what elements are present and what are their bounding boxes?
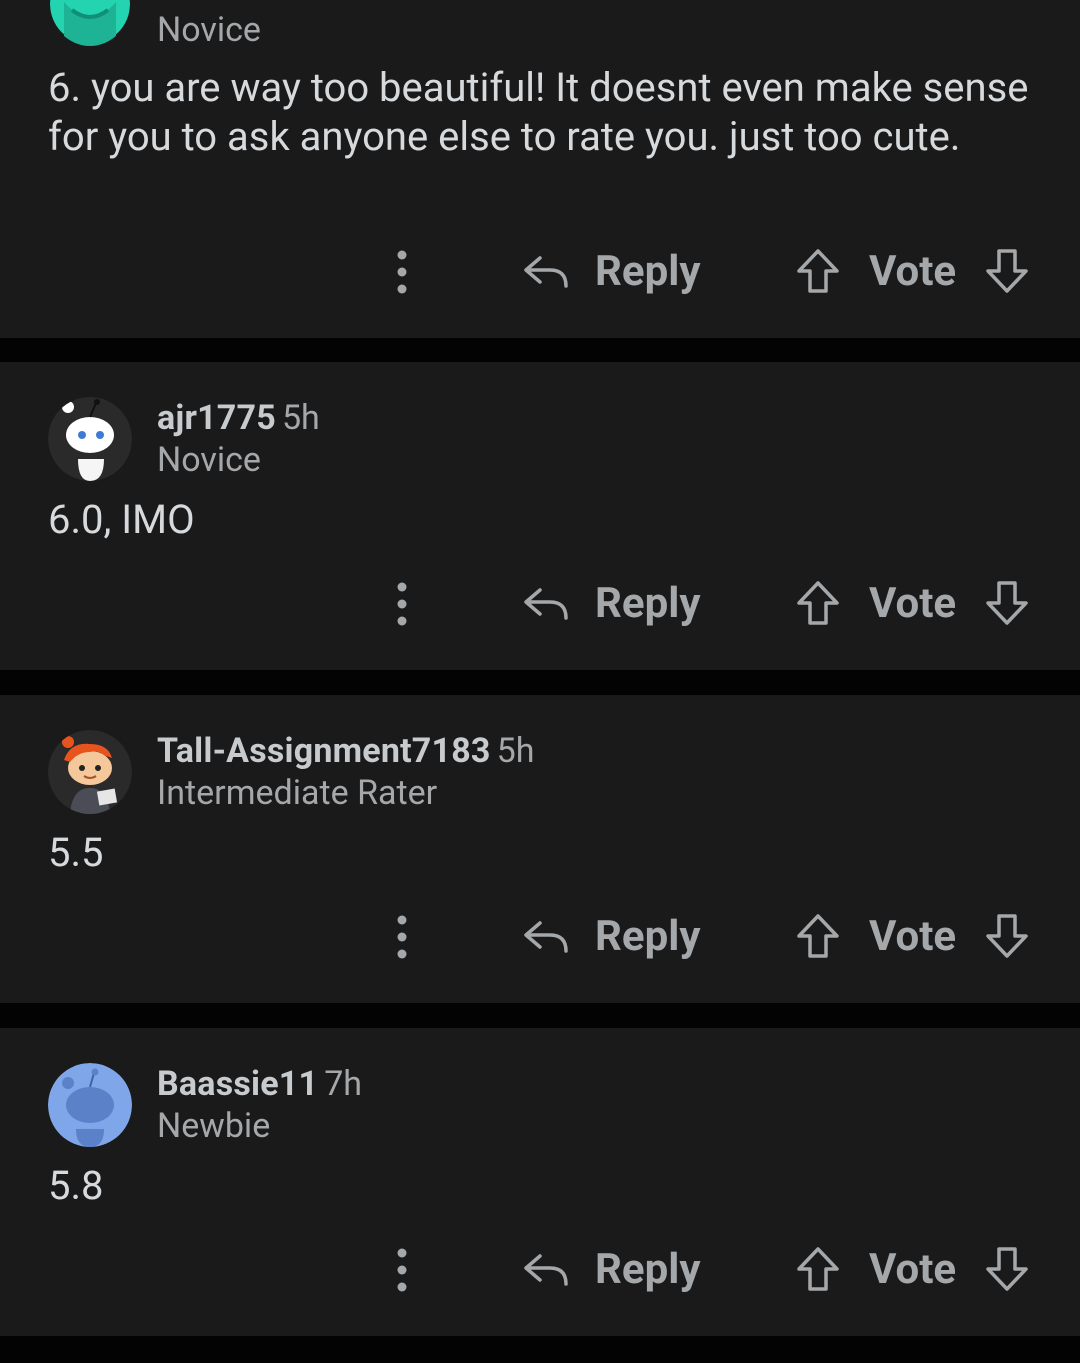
kebab-vertical-icon[interactable] (386, 246, 418, 298)
user-avatar[interactable] (48, 1063, 132, 1147)
reply-button[interactable]: Reply (595, 913, 700, 961)
reply-button[interactable]: Reply (595, 248, 700, 296)
reply-button[interactable]: Reply (595, 1246, 700, 1294)
comment-body: 6. you are way too beautiful! It doesnt … (48, 64, 1029, 160)
user-avatar[interactable] (48, 397, 132, 481)
comment-body: 5.8 (48, 1162, 104, 1209)
user-flair: Novice (157, 10, 261, 50)
user-flair: Newbie (157, 1106, 271, 1146)
downvote-arrow-icon[interactable] (984, 913, 1030, 959)
upvote-arrow-icon[interactable] (795, 1246, 841, 1292)
username-link[interactable]: Baassie11 (157, 1064, 318, 1104)
downvote-arrow-icon[interactable] (984, 580, 1030, 626)
kebab-vertical-icon[interactable] (386, 578, 418, 630)
user-avatar[interactable] (48, 730, 132, 814)
vote-count: Vote (869, 579, 957, 628)
vote-count: Vote (869, 1245, 957, 1294)
reply-button[interactable]: Reply (595, 580, 700, 628)
comment-actions: Reply Vote (0, 572, 1080, 642)
comment-age: 7h (324, 1064, 363, 1104)
comment-body: 6.0, IMO (48, 496, 195, 543)
comment-card: ajr1775 5h Novice 6.0, IMO Reply Vote (0, 362, 1080, 670)
comment-header: Baassie11 7h (157, 1064, 362, 1104)
vote-count: Vote (869, 912, 957, 961)
comment-age: 5h (496, 731, 535, 771)
comment-actions: Reply Vote (0, 240, 1080, 310)
comment-actions: Reply Vote (0, 905, 1080, 975)
comment-body: 5.5 (48, 829, 104, 876)
upvote-arrow-icon[interactable] (795, 913, 841, 959)
upvote-arrow-icon[interactable] (795, 580, 841, 626)
comment-card: Novice 6. you are way too beautiful! It … (0, 0, 1080, 338)
comment-card: Baassie11 7h Newbie 5.8 Reply Vote (0, 1028, 1080, 1336)
kebab-vertical-icon[interactable] (386, 911, 418, 963)
reply-arrow-icon[interactable] (522, 584, 570, 624)
comment-age: 5h (281, 398, 320, 438)
user-avatar[interactable] (50, 0, 130, 46)
username-link[interactable]: ajr1775 (157, 398, 276, 438)
comment-actions: Reply Vote (0, 1238, 1080, 1308)
comment-card: Tall-Assignment7183 5h Intermediate Rater… (0, 695, 1080, 1003)
reply-arrow-icon[interactable] (522, 252, 570, 292)
vote-count: Vote (869, 247, 957, 296)
reply-arrow-icon[interactable] (522, 1250, 570, 1290)
comment-header: Tall-Assignment7183 5h (157, 731, 534, 771)
kebab-vertical-icon[interactable] (386, 1244, 418, 1296)
username-link[interactable]: Tall-Assignment7183 (157, 731, 491, 771)
downvote-arrow-icon[interactable] (984, 248, 1030, 294)
user-flair: Intermediate Rater (157, 773, 438, 813)
comment-header: ajr1775 5h (157, 398, 320, 438)
upvote-arrow-icon[interactable] (795, 248, 841, 294)
user-flair: Novice (157, 440, 261, 480)
reply-arrow-icon[interactable] (522, 917, 570, 957)
downvote-arrow-icon[interactable] (984, 1246, 1030, 1292)
